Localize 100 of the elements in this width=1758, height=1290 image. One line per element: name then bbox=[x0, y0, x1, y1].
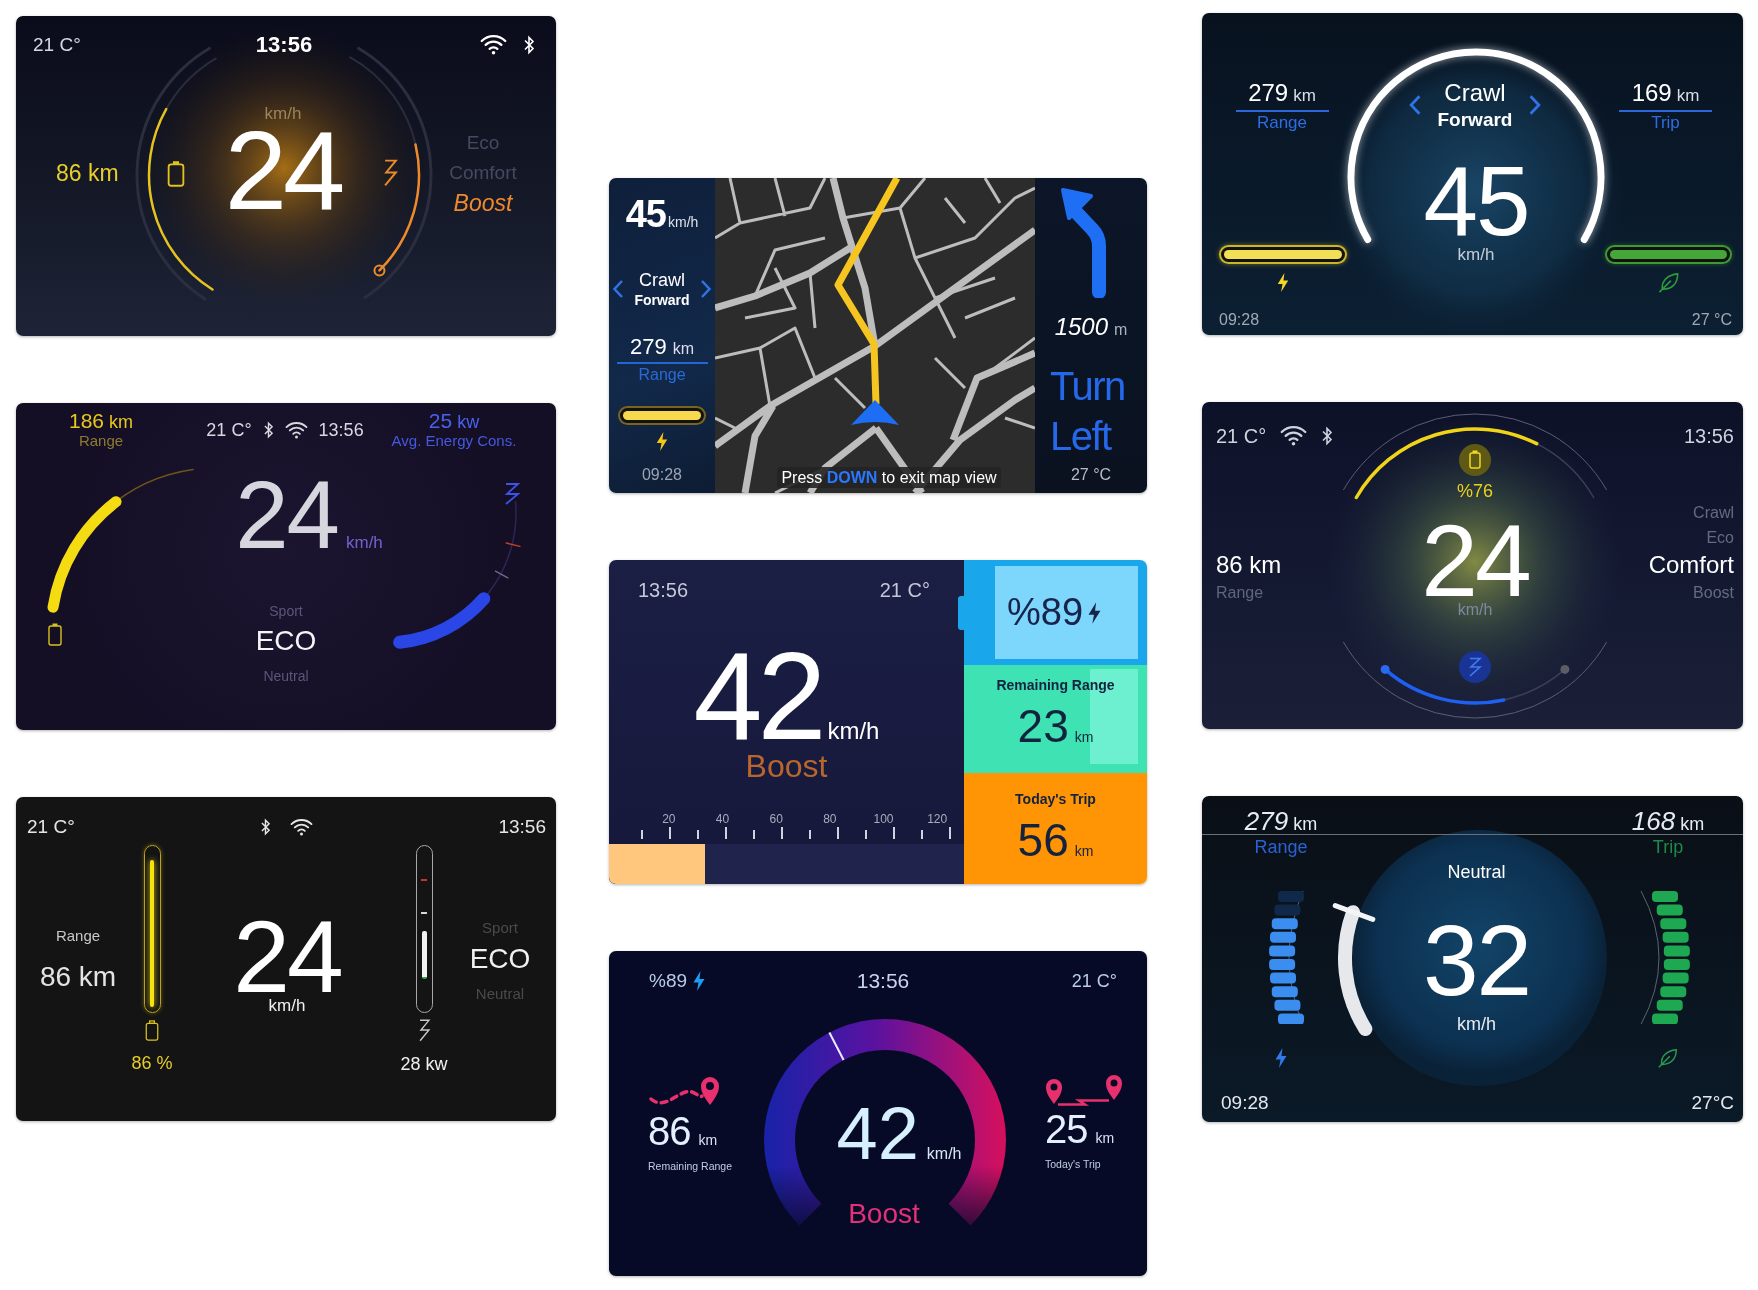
leaf-icon bbox=[1656, 271, 1681, 294]
range-value: 86 bbox=[648, 1111, 691, 1151]
speed-unit: km/h bbox=[264, 105, 302, 123]
trip-label: Today's Trip bbox=[1015, 790, 1096, 808]
clock-time: 13:56 bbox=[255, 32, 313, 58]
speed-value: 24 bbox=[235, 475, 338, 555]
range-unit: km bbox=[1293, 85, 1316, 107]
gear-indicator: Neutral bbox=[1447, 861, 1506, 883]
temperature-reading: 27 °C bbox=[1691, 310, 1732, 330]
trip-value: 56 bbox=[1017, 815, 1069, 865]
map-hint: Press DOWN to exit map view bbox=[777, 467, 1001, 488]
battery-icon bbox=[1459, 444, 1491, 476]
drive-direction: Forward bbox=[634, 292, 690, 308]
speed-unit: km/h bbox=[1457, 245, 1495, 265]
drive-mode-option: Crawl bbox=[1693, 500, 1734, 525]
bluetooth-icon bbox=[1321, 426, 1334, 446]
energy-label: Avg. Energy Cons. bbox=[391, 432, 517, 449]
drive-direction: Forward bbox=[1437, 109, 1513, 131]
temperature-reading: 21 C° bbox=[1216, 424, 1267, 448]
clock-time: 09:28 bbox=[641, 465, 682, 485]
range-value: 23 bbox=[1017, 701, 1069, 751]
clock-time: 13:56 bbox=[318, 419, 364, 441]
temperature-reading: 21 C° bbox=[33, 34, 81, 56]
power-reading: 28 kw bbox=[400, 1054, 448, 1074]
chevron-left-icon bbox=[612, 279, 624, 299]
chevron-left-icon bbox=[1407, 94, 1422, 116]
speed-unit: km/h bbox=[268, 997, 306, 1015]
trip-label: Trip bbox=[1651, 113, 1680, 133]
lightning-icon bbox=[504, 483, 521, 505]
gear-option: ECO bbox=[469, 942, 531, 976]
speed-value: 45 bbox=[1423, 161, 1529, 241]
clock-time: 09:28 bbox=[1219, 310, 1260, 330]
speed-value: 42 bbox=[693, 646, 822, 746]
range-value: 279 bbox=[1248, 79, 1289, 107]
range-label: Range bbox=[1216, 583, 1264, 603]
lightning-icon bbox=[1088, 601, 1102, 624]
scale-label: 60 bbox=[769, 812, 783, 826]
trip-value: 25 bbox=[1045, 1109, 1088, 1149]
clock-time: 13:56 bbox=[1683, 424, 1734, 448]
energy-value: 25 bbox=[428, 411, 453, 431]
speed-value: 32 bbox=[1422, 920, 1531, 1000]
lightning-icon bbox=[654, 432, 670, 451]
range-unit: km bbox=[698, 1131, 718, 1150]
distance-value: 1500 bbox=[1054, 313, 1109, 341]
distance-unit: m bbox=[1114, 320, 1128, 340]
drive-mode: Crawl bbox=[639, 270, 685, 290]
gear-option: ECO bbox=[255, 626, 317, 656]
temperature-reading: 21 C° bbox=[27, 816, 75, 838]
scale-label: 120 bbox=[927, 812, 948, 826]
temperature-reading: 21 C° bbox=[206, 419, 252, 441]
gear-option: Sport bbox=[269, 602, 303, 620]
chevron-right-icon bbox=[700, 279, 712, 299]
battery-icon bbox=[145, 1020, 159, 1041]
range-unit: km bbox=[1074, 729, 1094, 745]
speed-value: 45 bbox=[625, 194, 666, 234]
trip-unit: km bbox=[1074, 843, 1094, 859]
range-unit: km bbox=[672, 339, 694, 359]
drive-mode-option: Boost bbox=[1693, 580, 1734, 605]
speed-value: 24 bbox=[1421, 521, 1529, 601]
scale-mark bbox=[420, 879, 427, 881]
speed-unit: km/h bbox=[1457, 601, 1493, 619]
clock-time: 13:56 bbox=[856, 969, 910, 993]
speed-unit: km/h bbox=[827, 717, 880, 745]
battery-icon bbox=[167, 159, 185, 187]
chevron-right-icon bbox=[1528, 94, 1543, 116]
scale-label: 40 bbox=[715, 812, 730, 826]
energy-unit: kw bbox=[457, 412, 480, 432]
leaf-icon bbox=[1657, 1047, 1679, 1070]
turn-left-arrow-icon bbox=[1059, 186, 1109, 298]
temperature-reading: 27°C bbox=[1691, 1091, 1734, 1115]
range-value: 86 km bbox=[55, 159, 120, 187]
trip-unit: km bbox=[1095, 1129, 1115, 1148]
speed-unit: km/h bbox=[667, 213, 699, 232]
lightning-icon bbox=[1273, 1048, 1289, 1069]
lightning-icon bbox=[1459, 651, 1491, 683]
range-label: Range bbox=[1256, 113, 1308, 133]
battery-percent: %89 bbox=[649, 970, 688, 992]
speed-value: 24 bbox=[233, 917, 341, 997]
drive-mode-option: Boost bbox=[453, 188, 513, 218]
drive-mode: Boost bbox=[745, 748, 828, 784]
speed-unit: km/h bbox=[1457, 1013, 1496, 1035]
lightning-icon bbox=[1275, 273, 1291, 292]
drive-mode: Boost bbox=[848, 1198, 920, 1230]
range-unit: km bbox=[1293, 813, 1318, 836]
trip-unit: km bbox=[1680, 813, 1705, 836]
speed-unit: km/h bbox=[926, 1145, 962, 1163]
range-value: 86 km bbox=[1216, 551, 1282, 579]
temperature-reading: 21 C° bbox=[879, 578, 930, 602]
speed-unit: km/h bbox=[345, 533, 383, 553]
range-label: Range bbox=[78, 432, 124, 449]
battery-icon bbox=[48, 623, 62, 646]
battery-percent: %76 bbox=[1457, 481, 1493, 501]
range-label: Range bbox=[55, 927, 101, 945]
battery-percent: 86 % bbox=[131, 1053, 173, 1073]
trip-value: 169 bbox=[1631, 79, 1672, 107]
range-label: Range bbox=[1254, 836, 1308, 859]
battery-percent: %89 bbox=[1007, 591, 1084, 634]
trip-pins-icon bbox=[1045, 1074, 1123, 1106]
range-unit: km bbox=[109, 412, 133, 432]
wifi-icon bbox=[1280, 426, 1308, 446]
